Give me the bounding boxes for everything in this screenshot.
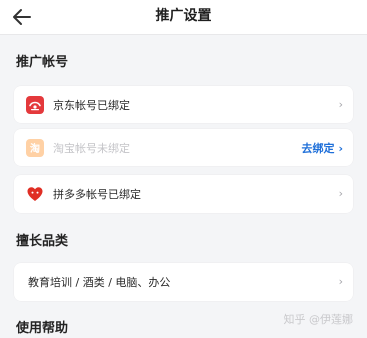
taobao-account-label: 淘宝帐号未绑定 — [53, 141, 130, 155]
svg-text:淘: 淘 — [30, 142, 40, 155]
categories-value: 教育培训 / 酒类 / 电脑、办公 — [28, 276, 171, 289]
taobao-logo-icon: 淘 — [26, 138, 44, 157]
watermark: 知乎 @伊莲娜 — [283, 313, 354, 326]
taobao-account-row[interactable]: 淘 淘宝帐号未绑定 去绑定 › — [14, 129, 353, 166]
top-navigation-bar: 推广设置 — [0, 0, 367, 35]
chevron-right-icon: › — [338, 187, 343, 200]
section-title-categories: 擅长品类 — [16, 234, 69, 249]
chevron-right-icon: › — [338, 275, 343, 288]
categories-row[interactable]: 教育培训 / 酒类 / 电脑、办公 › — [14, 263, 353, 301]
section-title-help[interactable]: 使用帮助 — [16, 320, 68, 338]
chevron-right-icon: › — [338, 141, 343, 155]
pinduoduo-logo-icon — [26, 185, 44, 203]
pinduoduo-account-row[interactable]: 拼多多帐号已绑定 › — [14, 175, 353, 213]
pinduoduo-account-label: 拼多多帐号已绑定 — [53, 188, 141, 201]
bind-taobao-label: 去绑定 — [301, 141, 335, 155]
jd-account-row[interactable]: 京东帐号已绑定 › — [14, 86, 353, 123]
jd-logo-icon — [26, 95, 44, 114]
bind-taobao-link[interactable]: 去绑定 › — [301, 140, 343, 156]
chevron-right-icon: › — [338, 97, 343, 111]
jd-account-label: 京东帐号已绑定 — [53, 98, 130, 112]
section-title-promo-accounts: 推广帐号 — [16, 55, 69, 70]
page-title: 推广设置 — [155, 8, 212, 24]
